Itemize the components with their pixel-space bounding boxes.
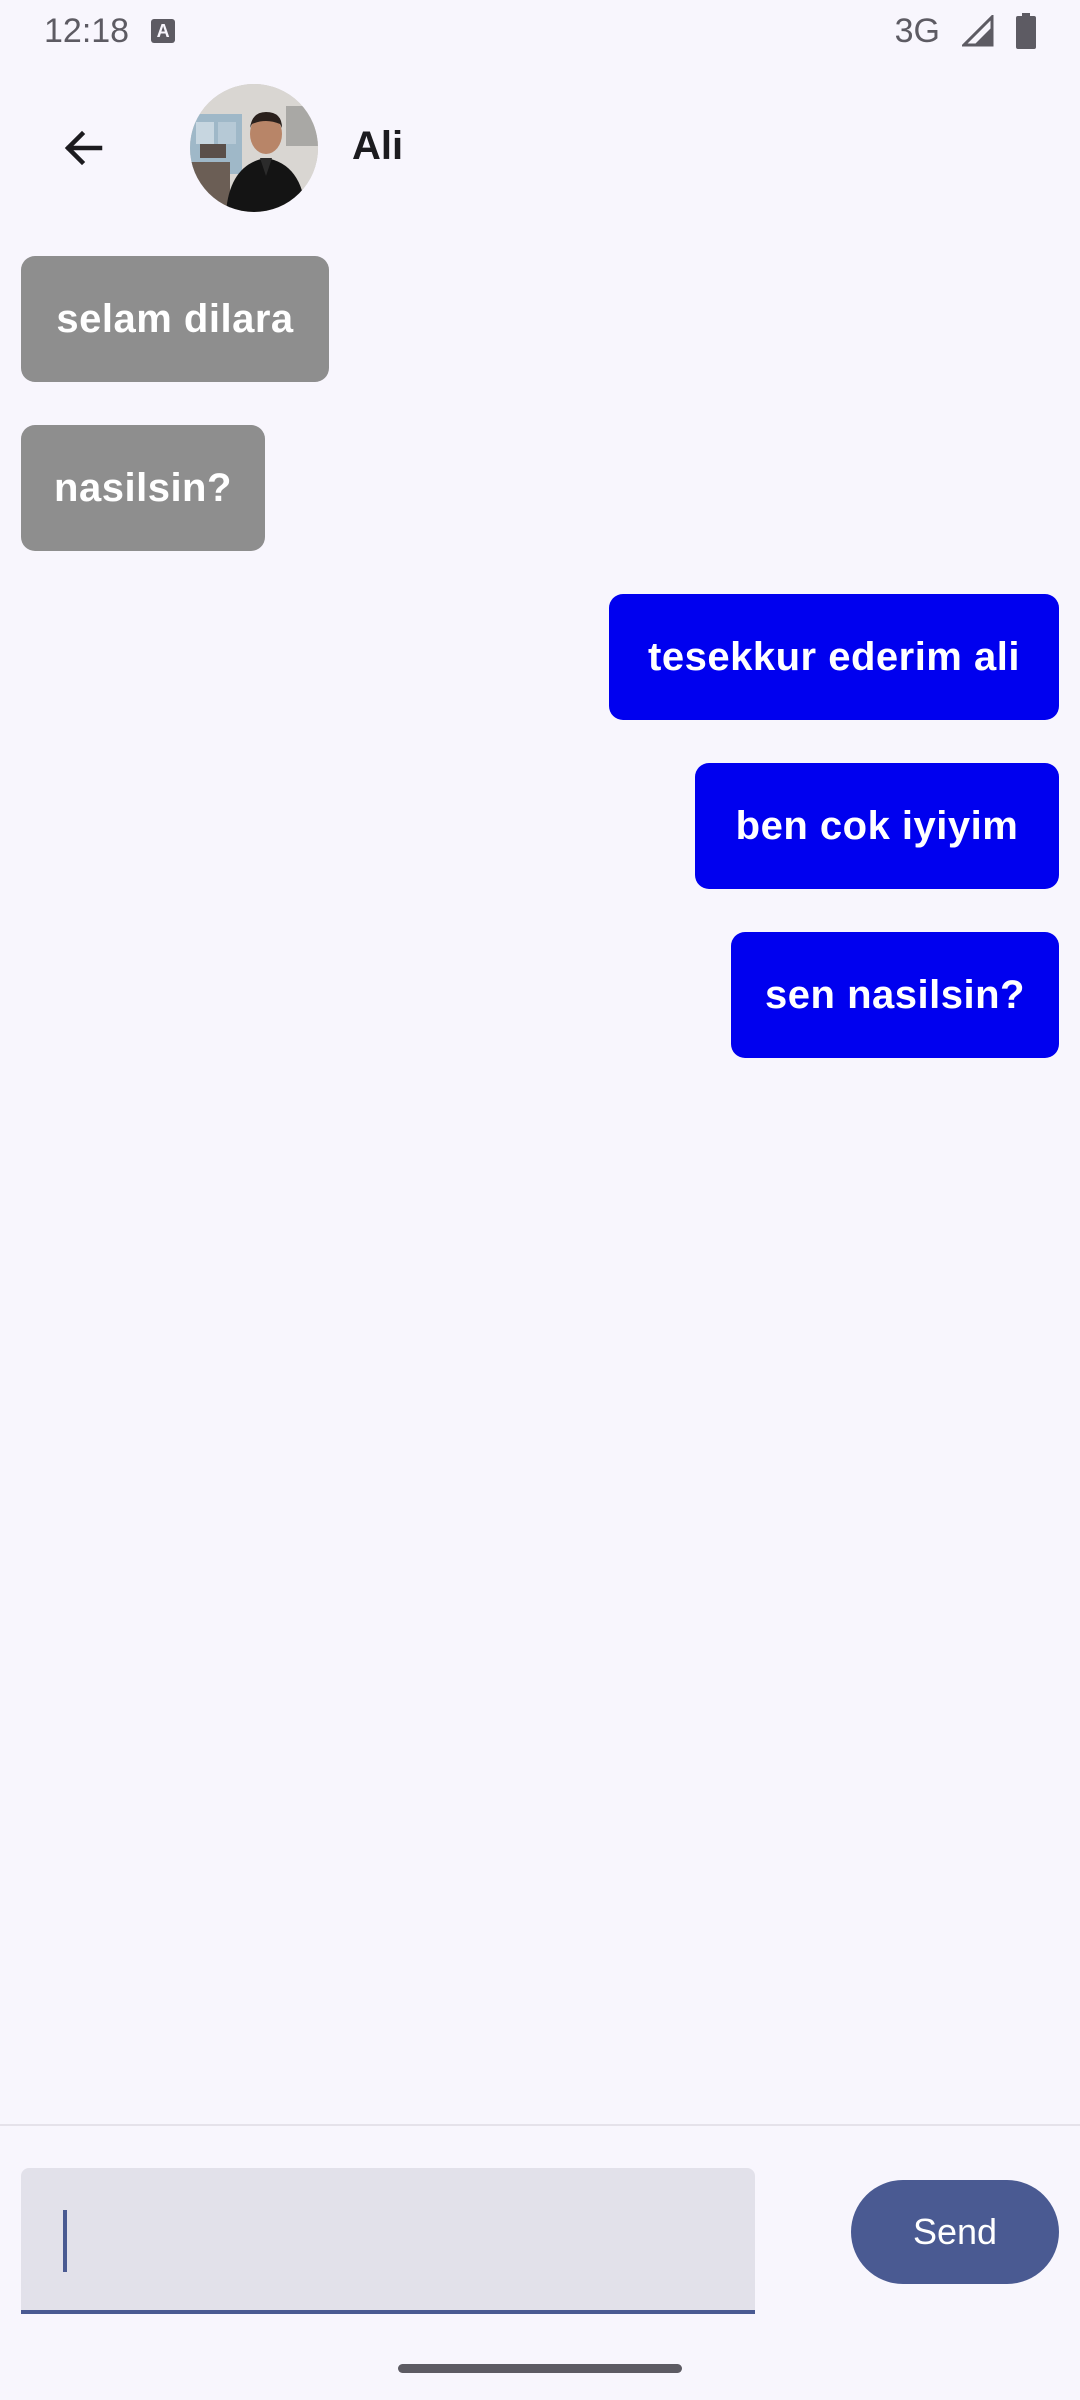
arrow-back-icon bbox=[60, 124, 108, 177]
send-button[interactable]: Send bbox=[851, 2180, 1059, 2284]
message-input[interactable] bbox=[21, 2168, 755, 2314]
battery-icon bbox=[1016, 13, 1036, 49]
message-bubble-incoming: nasilsin? bbox=[21, 425, 265, 551]
status-bar: 12:18 A 3G bbox=[0, 0, 1080, 62]
message-bubble-outgoing: sen nasilsin? bbox=[731, 932, 1059, 1058]
back-button[interactable] bbox=[44, 110, 124, 190]
profile-photo bbox=[190, 84, 318, 212]
message-bubble-outgoing: ben cok iyiyim bbox=[695, 763, 1059, 889]
composer-divider bbox=[0, 2124, 1080, 2126]
home-indicator[interactable] bbox=[398, 2364, 682, 2373]
contact-name: Ali bbox=[352, 124, 404, 168]
signal-icon bbox=[962, 15, 994, 47]
message-bubble-incoming: selam dilara bbox=[21, 256, 329, 382]
chat-header: Ali bbox=[0, 84, 1080, 214]
status-time: 12:18 bbox=[44, 11, 130, 50]
app-notification-icon: A bbox=[151, 19, 176, 43]
status-left: 12:18 A bbox=[44, 11, 176, 51]
avatar[interactable] bbox=[190, 84, 318, 212]
message-bubble-outgoing: tesekkur ederim ali bbox=[609, 594, 1059, 720]
network-type: 3G bbox=[894, 11, 940, 50]
status-right: 3G bbox=[895, 12, 1036, 51]
text-cursor bbox=[63, 2210, 67, 2272]
